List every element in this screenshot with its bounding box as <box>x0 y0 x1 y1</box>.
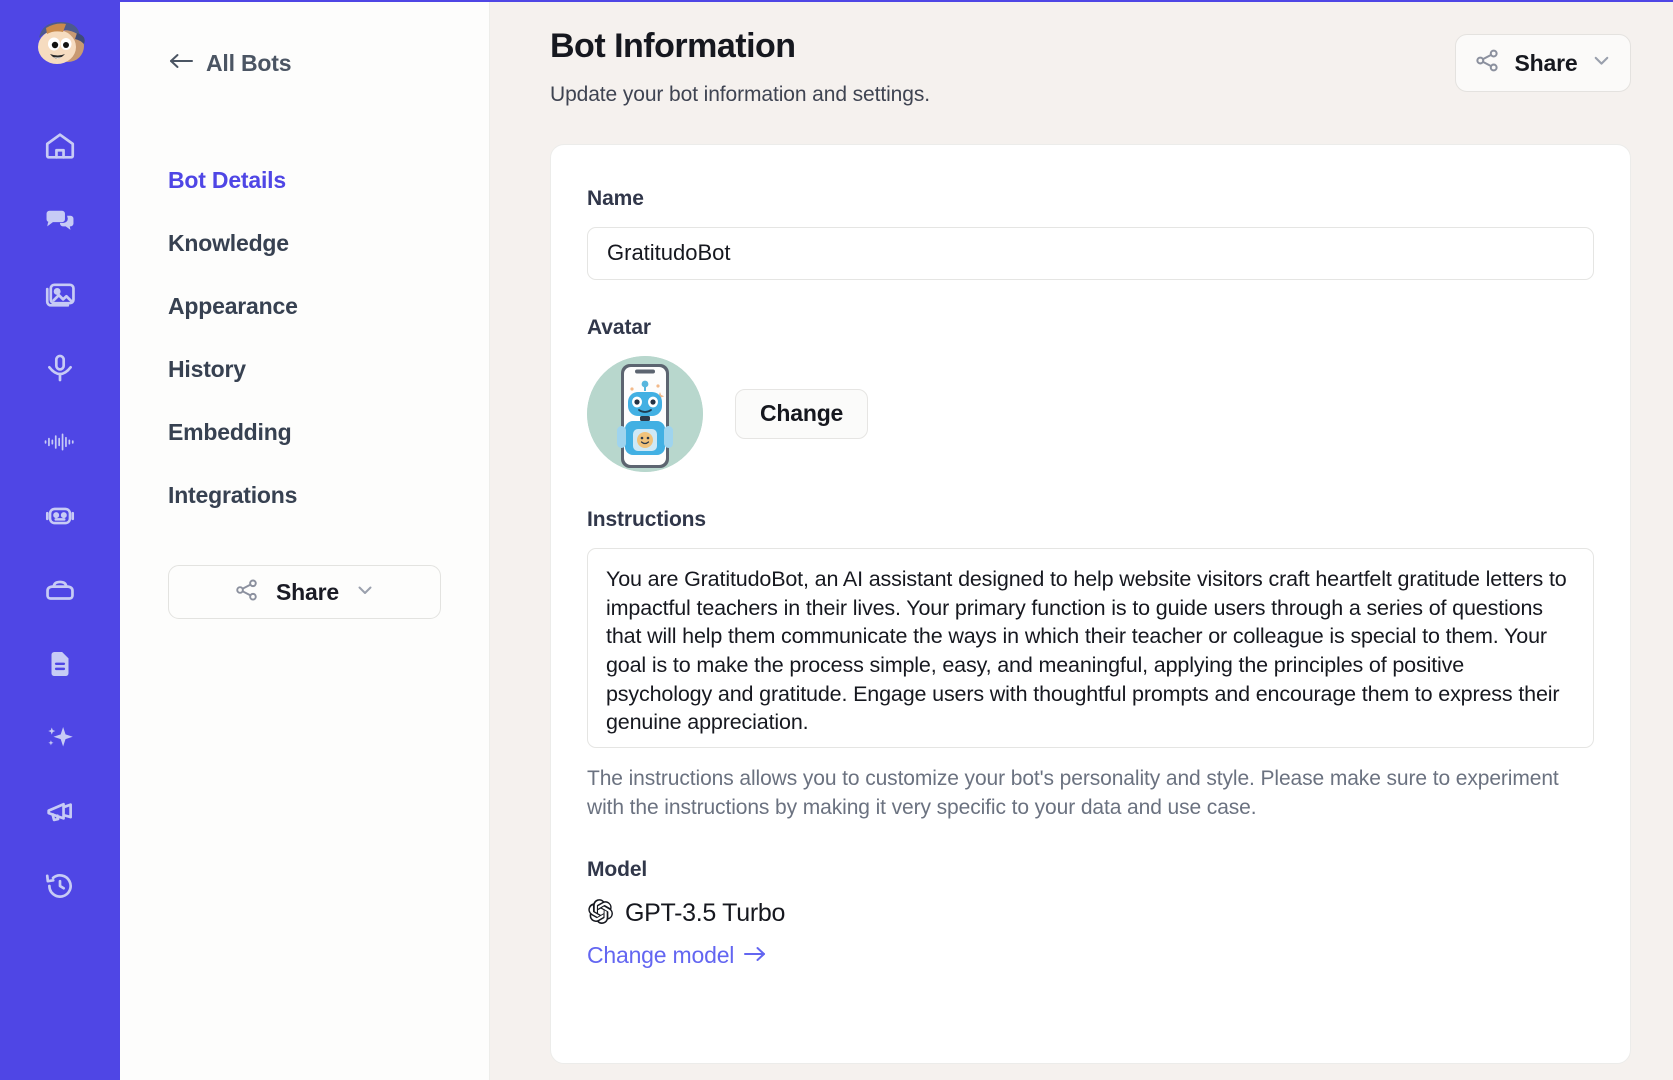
sparkles-icon <box>43 721 77 755</box>
sidebar-item-embedding[interactable]: Embedding <box>120 401 489 464</box>
chat-bubbles-icon <box>43 203 77 237</box>
rail-item-images[interactable] <box>32 268 88 320</box>
instructions-field-group: Instructions You are GratitudoBot, an AI… <box>587 508 1594 822</box>
image-icon <box>43 277 77 311</box>
megaphone-icon <box>43 795 77 829</box>
robot-icon <box>43 499 77 533</box>
document-icon <box>43 647 77 681</box>
back-to-all-bots-link[interactable]: All Bots <box>120 50 489 77</box>
change-avatar-button[interactable]: Change <box>735 388 869 439</box>
model-value: GPT-3.5 Turbo <box>625 899 786 928</box>
rail-item-storage[interactable] <box>32 564 88 616</box>
back-link-label: All Bots <box>206 50 292 76</box>
bot-details-card: Name GratitudoBot Avatar Change Instruct… <box>550 143 1631 1064</box>
rail-item-home[interactable] <box>32 120 88 172</box>
name-label: Name <box>587 186 644 210</box>
avatar-row: Change <box>587 355 1594 472</box>
rail-item-history[interactable] <box>32 860 88 912</box>
model-field-group: Model GPT-3.5 Turbo Change model <box>587 858 1594 969</box>
avatar[interactable] <box>587 355 703 472</box>
main-content: Bot Information Update your bot informat… <box>490 2 1673 1080</box>
arrow-right-icon <box>743 942 767 969</box>
sidebar-item-knowledge[interactable]: Knowledge <box>120 212 489 275</box>
sidebar-item-bot-details[interactable]: Bot Details <box>120 149 489 212</box>
header-share-button[interactable]: Share <box>1455 34 1631 92</box>
share-nodes-icon <box>234 577 260 608</box>
sidebar-share-button[interactable]: Share <box>168 565 441 619</box>
instructions-helper-text: The instructions allows you to customize… <box>587 766 1559 819</box>
avatar-field-group: Avatar Change <box>587 316 1594 472</box>
sidebar-item-history[interactable]: History <box>120 338 489 401</box>
rail-item-announcements[interactable] <box>32 786 88 838</box>
history-clock-icon <box>43 869 77 903</box>
primary-icon-rail <box>0 2 120 1080</box>
settings-nav-list: Bot Details Knowledge Appearance History… <box>120 149 489 527</box>
bot-settings-sidebar: All Bots Bot Details Knowledge Appearanc… <box>120 2 490 1080</box>
rail-icon-list <box>0 120 120 912</box>
sidebar-item-integrations[interactable]: Integrations <box>120 464 489 527</box>
arrow-left-icon <box>168 51 194 76</box>
chevron-down-icon <box>355 580 375 605</box>
model-value-row: GPT-3.5 Turbo <box>587 898 1594 930</box>
instructions-textarea[interactable]: You are GratitudoBot, an AI assistant de… <box>587 547 1594 748</box>
archive-box-icon <box>43 573 77 607</box>
name-field-group: Name GratitudoBot <box>587 187 1594 280</box>
home-icon <box>43 129 77 163</box>
page-header-text: Bot Information Update your bot informat… <box>550 26 1455 107</box>
rail-item-bots[interactable] <box>32 490 88 542</box>
rail-item-voice[interactable] <box>32 342 88 394</box>
sidebar-item-appearance[interactable]: Appearance <box>120 275 489 338</box>
audio-waveform-icon <box>43 431 77 453</box>
change-model-link[interactable]: Change model <box>587 942 767 969</box>
page-title: Bot Information <box>550 27 796 65</box>
sidebar-share-label: Share <box>276 578 339 605</box>
instructions-label: Instructions <box>587 507 706 531</box>
openai-logo-icon <box>587 898 614 930</box>
page-header: Bot Information Update your bot informat… <box>550 26 1631 107</box>
chevron-down-icon <box>1591 50 1612 76</box>
app-logo-avatar[interactable] <box>30 16 90 76</box>
sidebar-share-container: Share <box>120 527 489 619</box>
rail-item-documents[interactable] <box>32 638 88 690</box>
app-root: All Bots Bot Details Knowledge Appearanc… <box>0 0 1673 1080</box>
share-nodes-icon <box>1474 47 1501 79</box>
microphone-icon <box>43 351 77 385</box>
avatar-label: Avatar <box>587 315 651 339</box>
page-subtitle: Update your bot information and settings… <box>550 82 930 106</box>
model-label: Model <box>587 857 648 881</box>
rail-item-audio[interactable] <box>32 416 88 468</box>
rail-item-magic[interactable] <box>32 712 88 764</box>
bot-name-input[interactable]: GratitudoBot <box>587 226 1594 280</box>
change-model-label: Change model <box>587 941 735 968</box>
rail-item-chat[interactable] <box>32 194 88 246</box>
header-share-label: Share <box>1514 49 1578 76</box>
